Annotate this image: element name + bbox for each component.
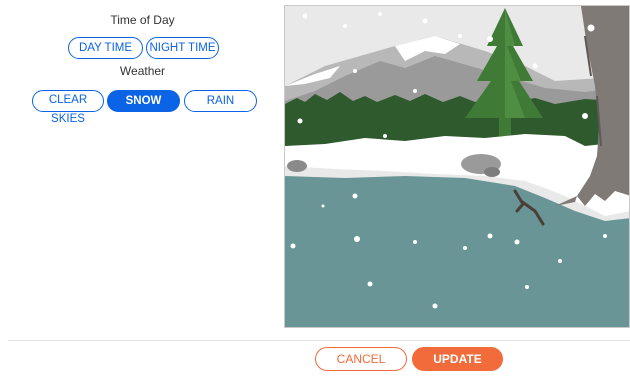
rain-button[interactable]: RAIN [184,90,257,112]
update-scene-button[interactable]: UPDATE SCENE [412,347,503,387]
cancel-button[interactable]: CANCEL [315,347,407,371]
night-time-button[interactable]: NIGHT TIME [146,37,219,59]
day-time-button[interactable]: DAY TIME [68,37,143,59]
footer-divider [8,340,630,341]
scene-settings-panel: Time of Day DAY TIME NIGHT TIME Weather … [0,0,285,130]
scene-preview [284,5,630,328]
weather-label: Weather [119,64,166,78]
clear-skies-button[interactable]: CLEAR SKIES [32,90,104,125]
snow-button[interactable]: SNOW [107,90,180,112]
snowy-lake-illustration [285,6,629,327]
time-of-day-label: Time of Day [110,13,175,27]
